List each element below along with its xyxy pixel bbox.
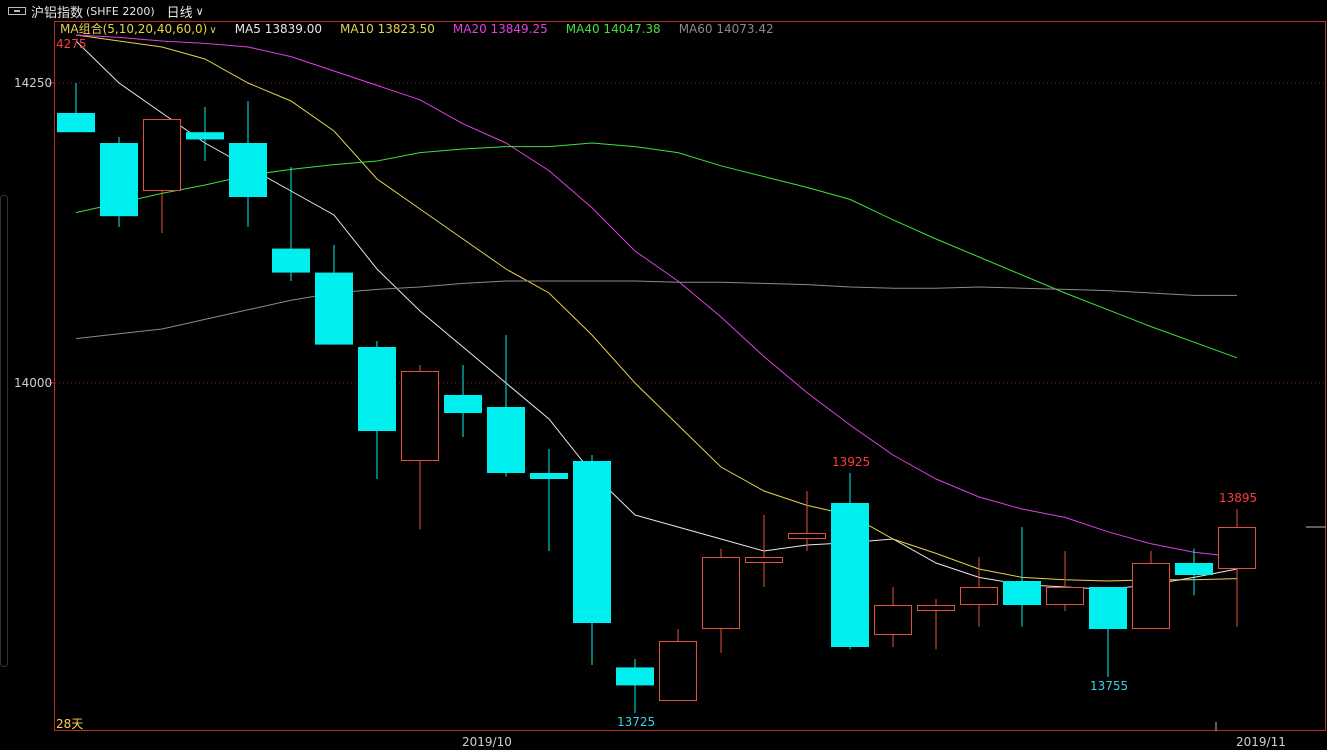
legend-ma60: MA60 14073.42 [678, 22, 774, 36]
candle-body-down [358, 347, 396, 431]
candle-body-up [143, 119, 181, 191]
candle [487, 335, 525, 477]
candle [1218, 509, 1256, 627]
legend-ma10: MA10 13823.50 [339, 22, 435, 36]
candle [315, 245, 353, 345]
y-tick-label: 14250 [14, 76, 53, 90]
legend-ma5: MA5 13839.00 [234, 22, 322, 36]
ma-line-ma5 [75, 40, 1238, 590]
moving-average-layer [75, 34, 1238, 590]
candle-body-up [702, 557, 740, 629]
candle [444, 365, 482, 437]
candle-body-down [57, 113, 95, 133]
candle [530, 449, 568, 551]
candle [57, 83, 95, 133]
candle [788, 491, 826, 551]
ma-line-ma10 [75, 34, 1238, 582]
candle [186, 107, 224, 161]
grid-layer [48, 82, 1325, 384]
chevron-down-icon: ∨ [209, 25, 217, 36]
candle [1003, 527, 1041, 627]
legend-ma20: MA20 13849.25 [452, 22, 548, 36]
candle-body-down [1175, 563, 1213, 575]
candle [960, 557, 998, 627]
price-annotation: 13925 [832, 455, 871, 469]
ma-legend: MA组合(5,10,20,40,60,0) ∨ MA5 13839.00 MA10… [60, 21, 774, 37]
ma-group-selector[interactable]: MA组合(5,10,20,40,60,0) ∨ [60, 21, 217, 37]
candle-body-down [444, 395, 482, 413]
candle-body-up [917, 605, 955, 611]
candle [100, 137, 138, 227]
candle-body-down [1089, 587, 1127, 629]
candle-body-down [186, 132, 224, 140]
ma-line-ma60 [75, 280, 1237, 340]
candle [874, 587, 912, 647]
ma-line-ma20 [75, 34, 1238, 558]
candle-body-down [272, 248, 310, 273]
top-cut-label: 4275 [56, 37, 87, 51]
candle [1175, 548, 1213, 596]
candle-body-down [616, 667, 654, 686]
candle-body-up [1046, 587, 1084, 605]
candle [745, 515, 783, 587]
candle-body-down [487, 407, 525, 473]
candle [616, 659, 654, 713]
price-annotation: 13755 [1090, 679, 1129, 693]
candle-body-up [874, 605, 912, 635]
candlestick-chart [48, 34, 1326, 731]
candle-body-up [1132, 563, 1170, 629]
candle [1046, 551, 1084, 611]
candle [1132, 551, 1170, 629]
price-annotation: 13725 [617, 715, 656, 729]
x-tick-label: 2019/10 [462, 735, 512, 749]
candle-body-down [315, 272, 353, 345]
candle [1089, 587, 1127, 677]
candle-body-up [401, 371, 439, 461]
candle-body-up [659, 641, 697, 701]
candle [831, 473, 869, 650]
x-tick-label: 2019/11 [1236, 735, 1286, 749]
legend-ma40: MA40 14047.38 [565, 22, 661, 36]
ma-group-label: MA组合(5,10,20,40,60,0) [60, 22, 208, 36]
candle [143, 119, 181, 233]
candle-body-down [229, 143, 267, 197]
candle [358, 341, 396, 479]
candle-body-up [960, 587, 998, 605]
candle-body-up [1218, 527, 1256, 569]
days-count-label: 28天 [56, 717, 84, 731]
candle-body-down [100, 143, 138, 217]
candle-body-down [831, 503, 869, 647]
y-tick-label: 14000 [14, 376, 53, 390]
candle-layer [57, 83, 1256, 713]
candle [229, 101, 267, 227]
candle [573, 455, 611, 665]
price-annotation: 13895 [1219, 491, 1258, 505]
candle-body-up [788, 533, 826, 539]
candle-body-down [1003, 581, 1041, 605]
candle [702, 548, 740, 653]
candle [917, 599, 955, 650]
candle [401, 365, 439, 530]
candle [659, 629, 697, 701]
candle-body-down [530, 473, 568, 479]
candle-body-up [745, 557, 783, 563]
candle-body-down [573, 461, 611, 623]
